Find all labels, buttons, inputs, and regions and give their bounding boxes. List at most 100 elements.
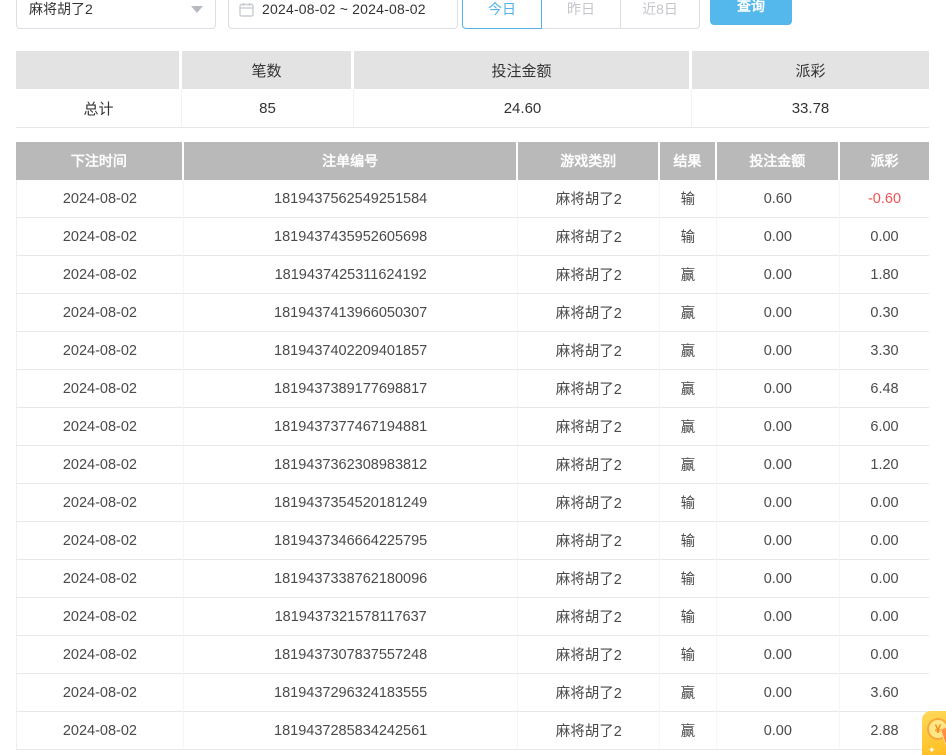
cell-bet-time: 2024-08-02 xyxy=(16,674,184,712)
table-row: 2024-08-02 1819437285834242561 麻将胡了2 赢 0… xyxy=(16,712,929,750)
summary-header-count: 笔数 xyxy=(182,51,354,89)
cell-bet-amount: 0.00 xyxy=(717,674,840,712)
cell-bet-time: 2024-08-02 xyxy=(16,294,184,332)
cell-result: 输 xyxy=(660,218,717,256)
cell-game-category: 麻将胡了2 xyxy=(518,484,660,522)
cell-bet-time: 2024-08-02 xyxy=(16,560,184,598)
cell-game-category: 麻将胡了2 xyxy=(518,294,660,332)
cell-bet-amount: 0.00 xyxy=(717,598,840,636)
cell-game-category: 麻将胡了2 xyxy=(518,598,660,636)
cell-order-no: 1819437285834242561 xyxy=(184,712,519,750)
cell-order-no: 1819437307837557248 xyxy=(184,636,519,674)
header-bet-time: 下注时间 xyxy=(16,142,184,180)
game-select[interactable]: 麻将胡了2 xyxy=(16,0,216,29)
cell-game-category: 麻将胡了2 xyxy=(518,446,660,484)
cell-order-no: 1819437425311624192 xyxy=(184,256,519,294)
cell-payout: 0.00 xyxy=(840,218,929,256)
cell-bet-amount: 0.00 xyxy=(717,712,840,750)
cell-bet-time: 2024-08-02 xyxy=(16,256,184,294)
cell-bet-amount: 0.00 xyxy=(717,560,840,598)
summary-total-payout: 33.78 xyxy=(692,89,929,128)
cell-order-no: 1819437389177698817 xyxy=(184,370,519,408)
date-range-value: 2024-08-02 ~ 2024-08-02 xyxy=(262,1,426,17)
cell-order-no: 1819437296324183555 xyxy=(184,674,519,712)
cell-result: 赢 xyxy=(660,446,717,484)
date-range-input[interactable]: 2024-08-02 ~ 2024-08-02 xyxy=(228,0,458,29)
cell-bet-time: 2024-08-02 xyxy=(16,522,184,560)
cell-result: 输 xyxy=(660,598,717,636)
cell-game-category: 麻将胡了2 xyxy=(518,256,660,294)
cell-bet-time: 2024-08-02 xyxy=(16,712,184,750)
cell-payout: 0.00 xyxy=(840,484,929,522)
table-row: 2024-08-02 1819437435952605698 麻将胡了2 输 0… xyxy=(16,218,929,256)
cell-game-category: 麻将胡了2 xyxy=(518,408,660,446)
table-row: 2024-08-02 1819437413966050307 麻将胡了2 赢 0… xyxy=(16,294,929,332)
query-button[interactable]: 查询 xyxy=(710,0,792,25)
cell-bet-time: 2024-08-02 xyxy=(16,446,184,484)
cell-payout: 0.00 xyxy=(840,560,929,598)
cell-payout: 1.80 xyxy=(840,256,929,294)
cell-order-no: 1819437562549251584 xyxy=(184,180,519,218)
cell-result: 赢 xyxy=(660,712,717,750)
bet-records-page: 麻将胡了2 2024-08-02 ~ 2024-08-02 今日 昨日 近8日 … xyxy=(0,0,946,755)
promo-float-badge[interactable]: ¥ ✦ xyxy=(922,711,946,755)
cell-payout: 0.00 xyxy=(840,598,929,636)
header-result: 结果 xyxy=(660,142,717,180)
cell-game-category: 麻将胡了2 xyxy=(518,522,660,560)
cell-payout: -0.60 xyxy=(840,180,929,218)
bet-table-body: 2024-08-02 1819437562549251584 麻将胡了2 输 0… xyxy=(16,180,929,750)
cell-payout: 1.20 xyxy=(840,446,929,484)
summary-header-bet-amount: 投注金额 xyxy=(354,51,692,89)
cell-result: 赢 xyxy=(660,332,717,370)
cell-order-no: 1819437321578117637 xyxy=(184,598,519,636)
cell-bet-amount: 0.60 xyxy=(717,180,840,218)
table-row: 2024-08-02 1819437402209401857 麻将胡了2 赢 0… xyxy=(16,332,929,370)
cell-bet-amount: 0.00 xyxy=(717,332,840,370)
cell-game-category: 麻将胡了2 xyxy=(518,370,660,408)
cell-bet-time: 2024-08-02 xyxy=(16,408,184,446)
quick-date-buttons: 今日 昨日 近8日 xyxy=(462,0,700,29)
cell-order-no: 1819437338762180096 xyxy=(184,560,519,598)
cell-bet-amount: 0.00 xyxy=(717,256,840,294)
summary-header-row: 笔数 投注金额 派彩 xyxy=(16,51,929,89)
cell-result: 赢 xyxy=(660,294,717,332)
table-row: 2024-08-02 1819437562549251584 麻将胡了2 输 0… xyxy=(16,180,929,218)
cell-result: 赢 xyxy=(660,674,717,712)
cell-result: 输 xyxy=(660,636,717,674)
today-button[interactable]: 今日 xyxy=(462,0,542,29)
cell-game-category: 麻将胡了2 xyxy=(518,218,660,256)
bet-table-header-row: 下注时间 注单编号 游戏类别 结果 投注金额 派彩 xyxy=(16,142,929,180)
cell-result: 赢 xyxy=(660,370,717,408)
cell-bet-time: 2024-08-02 xyxy=(16,636,184,674)
last-8-days-button[interactable]: 近8日 xyxy=(620,0,700,29)
summary-total-label: 总计 xyxy=(16,89,182,128)
cell-bet-amount: 0.00 xyxy=(717,446,840,484)
cell-bet-time: 2024-08-02 xyxy=(16,370,184,408)
cell-bet-time: 2024-08-02 xyxy=(16,180,184,218)
sparkle-icon: ✦ xyxy=(928,745,936,755)
cell-bet-amount: 0.00 xyxy=(717,636,840,674)
cell-bet-time: 2024-08-02 xyxy=(16,332,184,370)
cell-result: 赢 xyxy=(660,256,717,294)
cell-bet-time: 2024-08-02 xyxy=(16,484,184,522)
table-row: 2024-08-02 1819437296324183555 麻将胡了2 赢 0… xyxy=(16,674,929,712)
cell-payout: 6.48 xyxy=(840,370,929,408)
cell-result: 输 xyxy=(660,522,717,560)
cell-bet-amount: 0.00 xyxy=(717,484,840,522)
cell-payout: 2.88 xyxy=(840,712,929,750)
cell-bet-time: 2024-08-02 xyxy=(16,598,184,636)
header-payout: 派彩 xyxy=(840,142,929,180)
yesterday-button[interactable]: 昨日 xyxy=(541,0,621,29)
cell-order-no: 1819437354520181249 xyxy=(184,484,519,522)
bet-records-section: 下注时间 注单编号 游戏类别 结果 投注金额 派彩 2024-08-02 181… xyxy=(16,142,929,750)
cell-payout: 0.00 xyxy=(840,522,929,560)
chevron-down-icon xyxy=(191,6,203,13)
cell-game-category: 麻将胡了2 xyxy=(518,560,660,598)
table-row: 2024-08-02 1819437307837557248 麻将胡了2 输 0… xyxy=(16,636,929,674)
cell-result: 赢 xyxy=(660,408,717,446)
cell-order-no: 1819437402209401857 xyxy=(184,332,519,370)
table-row: 2024-08-02 1819437377467194881 麻将胡了2 赢 0… xyxy=(16,408,929,446)
table-row: 2024-08-02 1819437321578117637 麻将胡了2 输 0… xyxy=(16,598,929,636)
cell-bet-amount: 0.00 xyxy=(717,522,840,560)
summary-header-blank xyxy=(16,51,182,89)
